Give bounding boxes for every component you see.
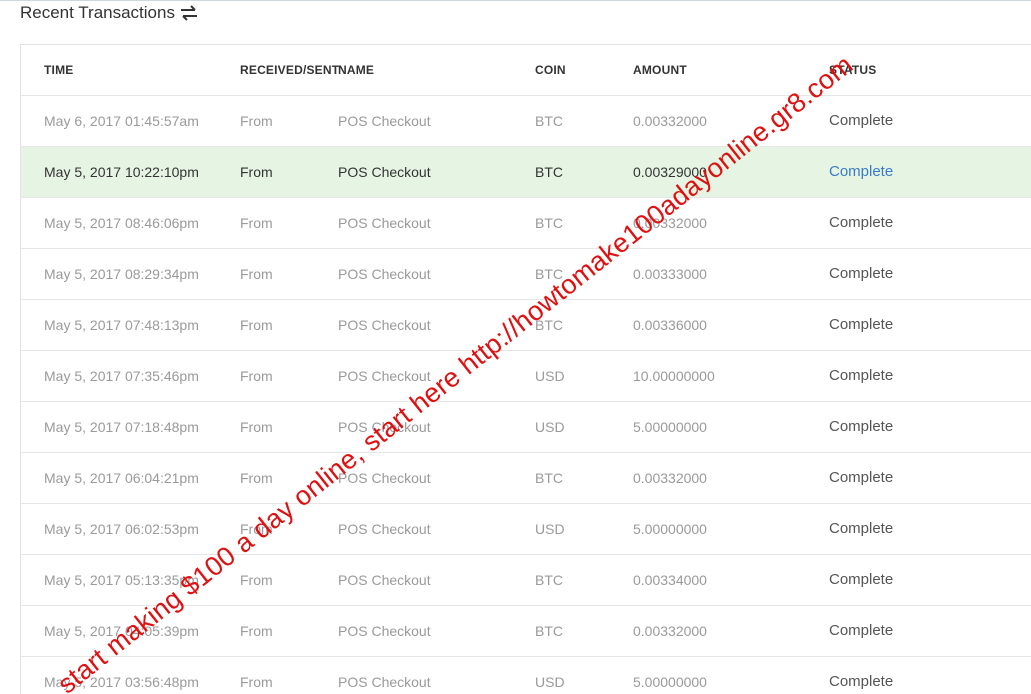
cell-coin: BTC [535, 215, 563, 231]
table-row[interactable]: May 5, 2017 07:18:48pm From POS Checkout US… [21, 402, 1031, 453]
cell-time: May 5, 2017 10:22:10pm [44, 164, 199, 180]
table-row[interactable]: May 5, 2017 10:22:10pm From POS Checkout BT… [21, 147, 1031, 198]
header-time[interactable]: TIME [44, 45, 73, 95]
table-row[interactable]: May 5, 2017 06:04:21pm From POS Checkout BT… [21, 453, 1031, 504]
cell-status: Complete [829, 520, 894, 537]
cell-coin: BTC [535, 470, 563, 486]
table-row[interactable]: May 5, 2017 07:35:46pm From POS Checkout US… [21, 351, 1031, 402]
cell-amount: 10.00000000 [633, 368, 715, 384]
table-row[interactable]: May 5, 2017 04:05:39pm From POS Checkout BT… [21, 606, 1031, 657]
cell-name: POS Checkout [338, 317, 431, 333]
cell-time: May 5, 2017 08:29:34pm [44, 266, 199, 282]
cell-coin: BTC [535, 623, 563, 639]
cell-time: May 5, 2017 05:13:35pm [44, 572, 199, 588]
cell-received-sent: From [240, 470, 273, 486]
cell-status: Complete [829, 214, 894, 231]
cell-received-sent: From [240, 266, 273, 282]
cell-name: POS Checkout [338, 419, 431, 435]
cell-name: POS Checkout [338, 266, 431, 282]
table-row[interactable]: May 5, 2017 05:13:35pm From POS Checkout BT… [21, 555, 1031, 606]
cell-received-sent: From [240, 674, 273, 690]
cell-amount: 0.00332000 [633, 113, 707, 129]
cell-coin: USD [535, 368, 565, 384]
cell-name: POS Checkout [338, 674, 431, 690]
cell-amount: 5.00000000 [633, 674, 707, 690]
cell-coin: BTC [535, 266, 563, 282]
cell-time: May 5, 2017 07:48:13pm [44, 317, 199, 333]
cell-name: POS Checkout [338, 572, 431, 588]
cell-status: Complete [829, 367, 894, 384]
cell-coin: BTC [535, 113, 563, 129]
cell-coin: BTC [535, 164, 563, 180]
cell-amount: 0.00332000 [633, 623, 707, 639]
cell-received-sent: From [240, 572, 273, 588]
recent-transactions-page: Recent Transactions TIME RECEIVED/SENT N… [0, 0, 1031, 694]
cell-status: Complete [829, 265, 894, 282]
cell-coin: BTC [535, 317, 563, 333]
cell-status[interactable]: Complete [829, 147, 893, 197]
swap-arrows-icon[interactable] [179, 3, 199, 23]
cell-name: POS Checkout [338, 164, 431, 180]
header-status[interactable]: STATUS [829, 45, 876, 95]
table-row[interactable]: May 6, 2017 01:45:57am From POS Checkout BT… [21, 96, 1031, 147]
cell-status: Complete [829, 316, 894, 333]
cell-status: Complete [829, 673, 894, 690]
cell-name: POS Checkout [338, 368, 431, 384]
header-received-sent[interactable]: RECEIVED/SENT [240, 45, 339, 95]
section-title: Recent Transactions [20, 3, 175, 22]
cell-time: May 6, 2017 01:45:57am [44, 113, 199, 129]
cell-status: Complete [829, 112, 894, 129]
cell-coin: USD [535, 674, 565, 690]
cell-name: POS Checkout [338, 623, 431, 639]
table-header: TIME RECEIVED/SENT NAME COIN AMOUNT STAT… [21, 45, 1031, 96]
cell-name: POS Checkout [338, 470, 431, 486]
table-row[interactable]: May 5, 2017 06:02:53pm From POS Checkout US… [21, 504, 1031, 555]
cell-status: Complete [829, 571, 894, 588]
header-amount[interactable]: AMOUNT [633, 45, 687, 95]
header-coin[interactable]: COIN [535, 45, 566, 95]
cell-coin: BTC [535, 572, 563, 588]
cell-received-sent: From [240, 164, 273, 180]
cell-received-sent: From [240, 623, 273, 639]
cell-time: May 5, 2017 03:56:48pm [44, 674, 199, 690]
transactions-table: TIME RECEIVED/SENT NAME COIN AMOUNT STAT… [20, 44, 1031, 694]
cell-received-sent: From [240, 113, 273, 129]
cell-time: May 5, 2017 07:35:46pm [44, 368, 199, 384]
cell-received-sent: From [240, 317, 273, 333]
cell-status: Complete [829, 622, 894, 639]
cell-amount: 0.00336000 [633, 317, 707, 333]
cell-received-sent: From [240, 419, 273, 435]
top-divider [0, 0, 1031, 1]
cell-time: May 5, 2017 06:04:21pm [44, 470, 199, 486]
cell-time: May 5, 2017 04:05:39pm [44, 623, 199, 639]
cell-status: Complete [829, 469, 894, 486]
cell-amount: 0.00329000 [633, 164, 707, 180]
cell-time: May 5, 2017 06:02:53pm [44, 521, 199, 537]
cell-received-sent: From [240, 521, 273, 537]
cell-time: May 5, 2017 07:18:48pm [44, 419, 199, 435]
table-row[interactable]: May 5, 2017 08:29:34pm From POS Checkout BT… [21, 249, 1031, 300]
cell-name: POS Checkout [338, 113, 431, 129]
cell-name: POS Checkout [338, 521, 431, 537]
cell-amount: 5.00000000 [633, 521, 707, 537]
section-header: Recent Transactions [20, 3, 199, 23]
cell-amount: 0.00334000 [633, 572, 707, 588]
cell-received-sent: From [240, 368, 273, 384]
cell-name: POS Checkout [338, 215, 431, 231]
cell-coin: USD [535, 419, 565, 435]
table-row[interactable]: May 5, 2017 08:46:06pm From POS Checkout BT… [21, 198, 1031, 249]
cell-status: Complete [829, 418, 894, 435]
cell-time: May 5, 2017 08:46:06pm [44, 215, 199, 231]
cell-amount: 0.00333000 [633, 266, 707, 282]
cell-received-sent: From [240, 215, 273, 231]
cell-amount: 0.00332000 [633, 215, 707, 231]
header-name[interactable]: NAME [338, 45, 374, 95]
table-row[interactable]: May 5, 2017 07:48:13pm From POS Checkout BT… [21, 300, 1031, 351]
cell-amount: 5.00000000 [633, 419, 707, 435]
table-row[interactable]: May 5, 2017 03:56:48pm From POS Checkout US… [21, 657, 1031, 694]
cell-amount: 0.00332000 [633, 470, 707, 486]
cell-coin: USD [535, 521, 565, 537]
